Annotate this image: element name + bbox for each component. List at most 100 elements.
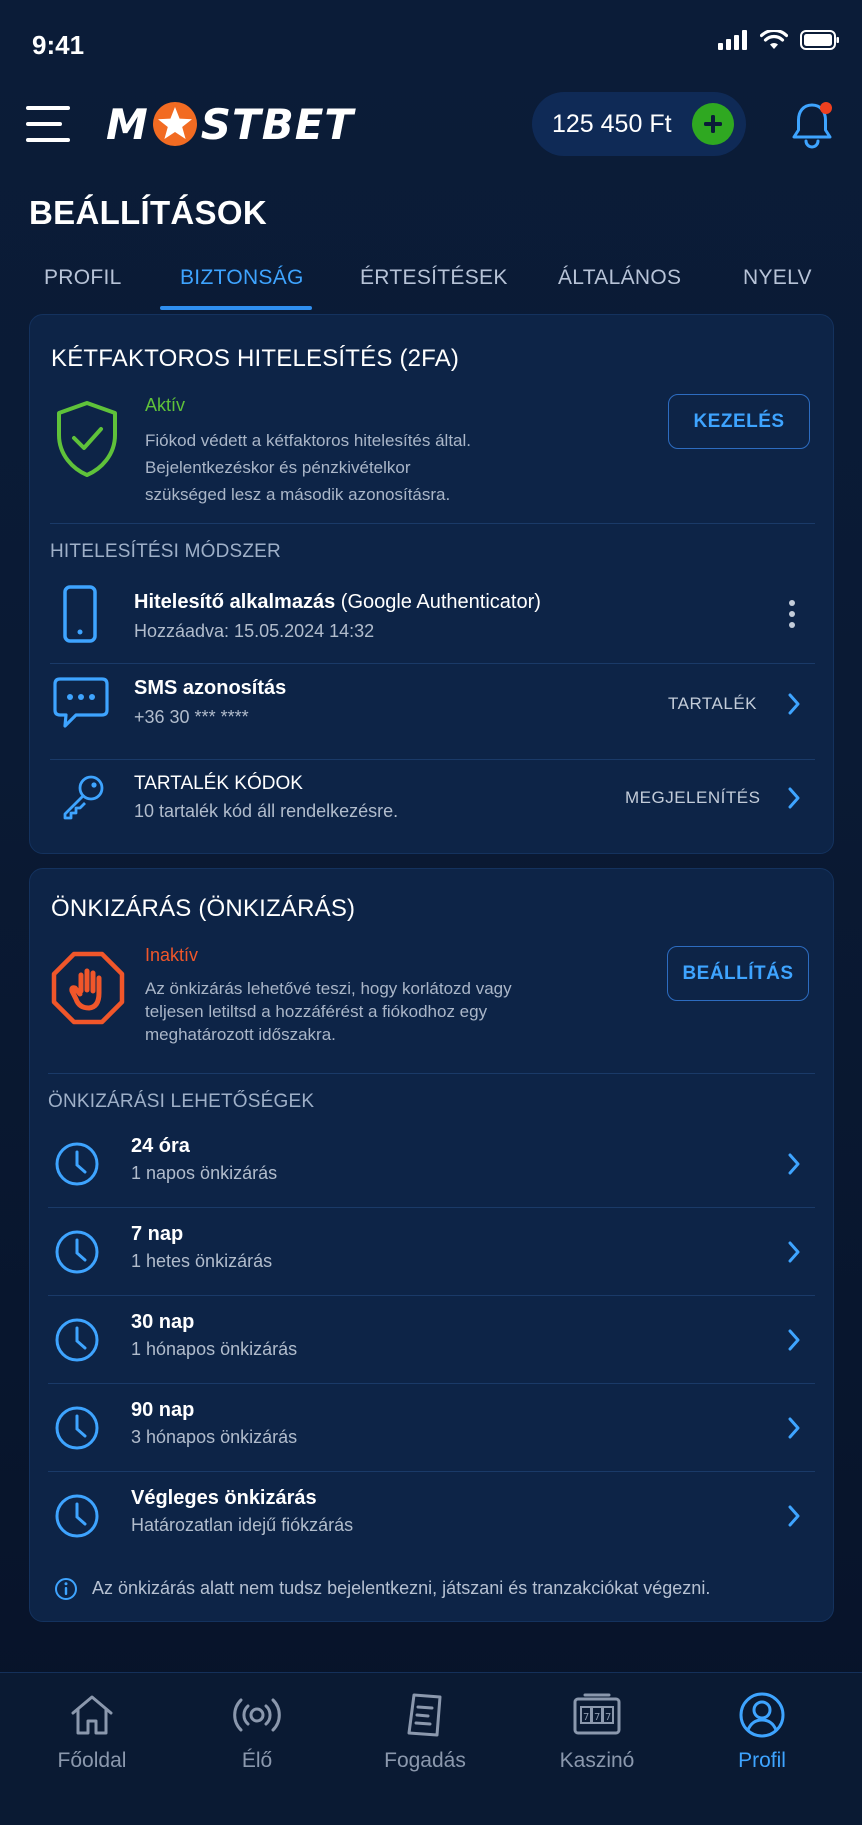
clock-icon	[55, 1142, 99, 1186]
backup-codes-count: 10 tartalék kód áll rendelkezésre.	[134, 801, 399, 821]
selfexclusion-card: ÖNKIZÁRÁS (ÖNKIZÁRÁS) Inaktív Az önkizár…	[29, 868, 834, 1622]
signal-icon	[718, 30, 747, 50]
option-sub: 3 hónapos önkizárás	[131, 1427, 298, 1447]
tab-ertesitesek[interactable]: ÉRTESÍTÉSEK	[360, 266, 508, 290]
nav-live[interactable]: Élő	[187, 1691, 327, 1773]
option-title: 24 óra	[131, 1135, 190, 1157]
status-icons	[718, 30, 840, 50]
svg-text:7: 7	[594, 1712, 600, 1723]
home-icon	[71, 1695, 113, 1735]
slot-machine-icon: 7 7 7	[573, 1693, 621, 1735]
auth-method-sms-row[interactable]: SMS azonosítás +36 30 *** **** TARTALÉK	[30, 667, 835, 759]
wifi-icon	[760, 30, 788, 49]
selfexclusion-title: ÖNKIZÁRÁS (ÖNKIZÁRÁS)	[51, 895, 356, 922]
selfexclusion-status: Inaktív	[145, 945, 199, 965]
status-time: 9:41	[32, 30, 85, 60]
info-icon	[55, 1578, 77, 1600]
smartphone-icon	[63, 585, 97, 643]
chevron-right-icon	[788, 1417, 800, 1439]
twofa-title: KÉTFAKTOROS HITELESÍTÉS (2FA)	[51, 345, 460, 372]
sms-title: SMS azonosítás	[134, 677, 287, 699]
nav-profile[interactable]: Profil	[692, 1691, 832, 1773]
nav-casino[interactable]: 7 7 7 Kaszinó	[527, 1691, 667, 1773]
clock-icon	[55, 1318, 99, 1362]
divider	[48, 1295, 815, 1296]
divider	[48, 1383, 815, 1384]
auth-method-added: Hozzáadva: 15.05.2024 14:32	[134, 621, 375, 641]
divider	[50, 663, 815, 664]
selfexclusion-option-24h[interactable]: 24 óra 1 napos önkizárás	[30, 1127, 835, 1215]
nav-label: Főoldal	[57, 1749, 127, 1772]
plus-icon	[704, 115, 722, 133]
chevron-right-icon	[788, 1505, 800, 1527]
backup-codes-title: TARTALÉK KÓDOK	[134, 773, 303, 794]
logo-text-left: M	[106, 99, 149, 149]
clock-icon	[55, 1494, 99, 1538]
battery-icon	[800, 30, 839, 50]
selfexclusion-options-label: ÖNKIZÁRÁSI LEHETŐSÉGEK	[48, 1091, 315, 1112]
tab-biztonsag[interactable]: BIZTONSÁG	[180, 266, 304, 290]
svg-text:7: 7	[605, 1712, 611, 1723]
selfexclusion-note: Az önkizárás alatt nem tudsz bejelentkez…	[92, 1578, 711, 1598]
balance-amount: 125 450 Ft	[552, 109, 672, 138]
selfexclusion-option-7d[interactable]: 7 nap 1 hetes önkizárás	[30, 1215, 835, 1303]
chevron-right-icon	[788, 787, 800, 809]
logo-star-icon	[152, 102, 197, 146]
option-title: Végleges önkizárás	[131, 1487, 317, 1509]
selfexclusion-description: Az önkizárás lehetővé teszi, hogy korlát…	[145, 979, 512, 1044]
chevron-right-icon	[788, 693, 800, 715]
page-title: BEÁLLÍTÁSOK	[29, 194, 267, 231]
live-icon	[233, 1698, 281, 1732]
menu-icon[interactable]	[26, 106, 72, 142]
option-title: 90 nap	[131, 1399, 195, 1421]
nav-label: Fogadás	[384, 1749, 466, 1772]
notification-bell-icon[interactable]	[790, 100, 834, 150]
option-title: 30 nap	[131, 1311, 195, 1333]
tab-altalanos[interactable]: ÁLTALÁNOS	[558, 266, 681, 290]
more-vertical-icon[interactable]	[788, 599, 796, 629]
manage-2fa-button[interactable]: KEZELÉS	[668, 394, 810, 449]
nav-betting[interactable]: Fogadás	[355, 1691, 495, 1773]
show-codes-label: MEGJELENÍTÉS	[625, 788, 761, 807]
twofa-description: Fiókod védett a kétfaktoros hitelesítés …	[145, 431, 472, 504]
nav-label: Profil	[738, 1749, 786, 1772]
selfexclusion-option-permanent[interactable]: Végleges önkizárás Határozatlan idejű fi…	[30, 1479, 835, 1567]
profile-icon	[739, 1692, 785, 1738]
option-sub: Határozatlan idejű fiókzárás	[131, 1515, 354, 1535]
svg-text:7: 7	[583, 1712, 589, 1723]
shield-check-icon	[57, 401, 117, 477]
active-tab-indicator	[160, 306, 312, 310]
chevron-right-icon	[788, 1241, 800, 1263]
betslip-icon	[407, 1693, 442, 1737]
divider	[50, 523, 815, 524]
tab-profil[interactable]: PROFIL	[44, 266, 122, 290]
bottom-navigation: Főoldal Élő Fogadás 7 7 7 Kaszinó Profil	[0, 1672, 862, 1825]
option-title: 7 nap	[131, 1223, 184, 1245]
stop-hand-icon	[51, 951, 125, 1025]
option-sub: 1 napos önkizárás	[131, 1163, 278, 1183]
chevron-right-icon	[788, 1153, 800, 1175]
tab-nyelv[interactable]: NYELV	[743, 266, 812, 290]
divider	[50, 759, 815, 760]
notification-badge	[820, 102, 832, 114]
selfexclusion-option-90d[interactable]: 90 nap 3 hónapos önkizárás	[30, 1391, 835, 1479]
option-sub: 1 hetes önkizárás	[131, 1251, 273, 1271]
auth-methods-label: HITELESÍTÉSI MÓDSZER	[50, 541, 281, 562]
twofa-status: Aktív	[145, 395, 186, 415]
balance-pill[interactable]: 125 450 Ft	[532, 92, 746, 156]
divider	[48, 1207, 815, 1208]
nav-label: Kaszinó	[559, 1749, 635, 1772]
key-icon	[63, 775, 104, 820]
nav-label: Élő	[241, 1749, 273, 1772]
selfexclusion-setup-button[interactable]: BEÁLLÍTÁS	[667, 946, 809, 1001]
clock-icon	[55, 1230, 99, 1274]
nav-home[interactable]: Főoldal	[22, 1691, 162, 1773]
backup-codes-row[interactable]: TARTALÉK KÓDOK 10 tartalék kód áll rende…	[30, 761, 835, 851]
settings-tabs: PROFIL BIZTONSÁG ÉRTESÍTÉSEK ÁLTALÁNOS N…	[0, 258, 862, 310]
divider	[48, 1471, 815, 1472]
selfexclusion-option-30d[interactable]: 30 nap 1 hónapos önkizárás	[30, 1303, 835, 1391]
mostbet-logo[interactable]: M STBET	[106, 98, 354, 150]
deposit-plus-button[interactable]	[692, 103, 734, 145]
auth-method-app-row[interactable]: Hitelesítő alkalmazás (Google Authentica…	[30, 577, 835, 667]
sms-icon	[53, 677, 109, 728]
